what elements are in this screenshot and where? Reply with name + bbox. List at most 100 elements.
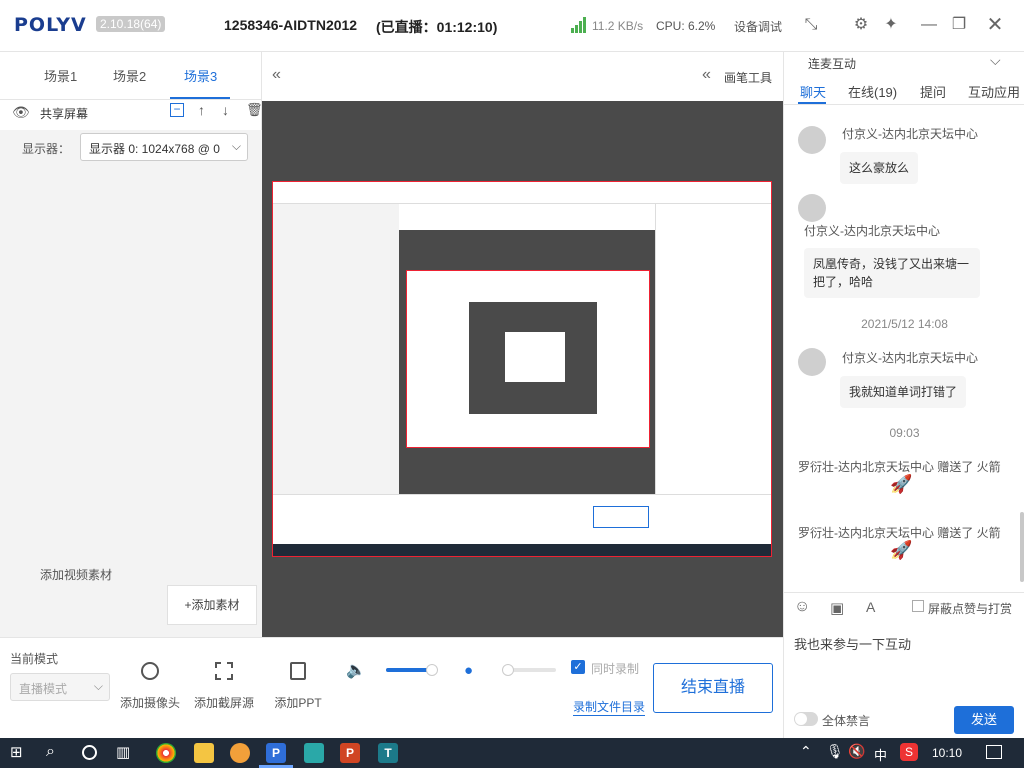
notification-icon[interactable] <box>986 745 1002 759</box>
chat-input-value: 我也来参与一下互动 <box>794 637 912 652</box>
chevron-up-icon[interactable]: ⌃ <box>800 743 812 760</box>
speaker-icon[interactable]: 🔈 <box>346 660 366 680</box>
app-icon[interactable] <box>230 743 250 763</box>
minimize-icon[interactable]: — <box>918 14 940 36</box>
polyv-taskbar-icon[interactable]: P <box>266 743 286 763</box>
room-id: 1258346-AIDTN2012 <box>224 17 358 33</box>
volume-handle[interactable] <box>426 664 438 676</box>
nested-taskbar <box>273 544 771 556</box>
camera-icon <box>141 662 159 680</box>
chevron-down-icon: ⌵ <box>93 679 103 693</box>
powerpoint-icon[interactable]: P <box>340 743 360 763</box>
live-duration: (已直播：01:12:10) <box>376 19 498 35</box>
ppt-icon <box>290 662 306 680</box>
nested-bottom-bar <box>273 494 771 544</box>
scene-panel: 场景1 场景2 场景3 👁 共享屏幕 − ↑ ↓ 🗑 显示器： 显示器 0: 1… <box>0 52 263 637</box>
microphone-icon[interactable]: 🎙 <box>826 743 844 760</box>
mute-all-toggle[interactable] <box>794 712 818 726</box>
screenshot-icon <box>215 662 233 680</box>
network-speed: 11.2 KB/s <box>592 19 644 33</box>
message-user: 付京义-达内北京天坛中心 <box>804 224 940 238</box>
mask-checkbox[interactable] <box>912 600 924 612</box>
eye-icon[interactable]: 👁 <box>12 104 30 121</box>
draw-tools-button[interactable]: 画笔工具 <box>724 69 772 86</box>
file-explorer-icon[interactable] <box>194 743 214 763</box>
nested-right-panel <box>655 204 771 494</box>
volume-muted-icon[interactable]: 🔇 <box>848 743 865 760</box>
windows-start-icon[interactable]: ⊞ <box>10 745 26 761</box>
ime-s-icon[interactable]: S <box>900 743 918 761</box>
collapse-icon[interactable]: − <box>170 103 184 117</box>
mode-label: 当前模式 <box>10 652 59 666</box>
panel-header: 连麦互动 <box>808 57 857 71</box>
timestamp: 09:03 <box>889 426 920 440</box>
taskbar-clock: 10:10 <box>932 746 963 760</box>
message-user: 付京义-达内北京天坛中心 <box>842 127 978 141</box>
add-ppt-button[interactable]: 添加PPT <box>268 662 328 722</box>
version-badge: 2.10.18(64) <box>96 16 166 32</box>
tab-online[interactable]: 在线(19) <box>848 82 897 101</box>
image-icon[interactable]: ▣ <box>830 599 844 617</box>
send-button[interactable]: 发送 <box>954 706 1014 734</box>
nested-end-button <box>593 506 649 528</box>
collapse-left-icon[interactable]: « <box>272 66 281 84</box>
mask-label: 屏蔽点赞与打赏 <box>928 602 1013 616</box>
shrink-icon[interactable]: ⤡ <box>800 14 822 36</box>
chevron-down-icon[interactable]: ⌵ <box>990 52 1001 69</box>
brand-logo: POLYV <box>14 14 87 36</box>
mode-select[interactable]: 直播模式 ⌵ <box>10 673 110 701</box>
device-test-button[interactable]: 设备调试 <box>734 18 782 35</box>
gift-message: 罗衍壮-达内北京天坛中心 赠送了 火箭 <box>798 526 1001 540</box>
active-tab-indicator <box>170 97 230 99</box>
gear-icon[interactable]: ⚙ <box>850 14 872 36</box>
emoji-icon[interactable]: ☺ <box>794 598 810 616</box>
cpu-usage: CPU: 6.2% <box>656 19 716 33</box>
chat-scrollbar[interactable] <box>1020 512 1024 582</box>
app-icon[interactable]: T <box>378 743 398 763</box>
source-label: 共享屏幕 <box>40 107 89 121</box>
close-icon[interactable]: ✕ <box>984 14 1006 36</box>
ime-indicator[interactable]: 中 <box>874 745 887 764</box>
sync-record-checkbox[interactable]: ✓ <box>571 660 585 674</box>
microphone-icon[interactable]: ● <box>464 662 473 679</box>
source-row-share-screen[interactable]: 👁 共享屏幕 − ↑ ↓ 🗑 <box>0 100 263 126</box>
expand-icon[interactable]: « <box>702 66 711 84</box>
display-select[interactable]: 显示器 0: 1024x768 @ 0 ⌵ <box>80 133 248 161</box>
control-bar: 当前模式 直播模式 ⌵ 添加摄像头 添加截屏源 添加PPT 🔈 ● ✓ 同时录制… <box>0 637 783 738</box>
chevron-down-icon: ⌵ <box>231 139 241 153</box>
mode-select-value: 直播模式 <box>19 682 68 696</box>
avatar <box>798 126 826 154</box>
volume-slider[interactable] <box>386 664 438 676</box>
add-screen-source-button[interactable]: 添加截屏源 <box>194 662 254 722</box>
tab-question[interactable]: 提问 <box>920 82 946 101</box>
tab-divider <box>784 104 1024 105</box>
tab-scene-2[interactable]: 场景2 <box>113 66 146 85</box>
restore-icon[interactable]: ❐ <box>948 14 970 36</box>
trash-icon[interactable]: 🗑 <box>246 102 263 118</box>
tab-chat[interactable]: 聊天 <box>800 82 826 101</box>
title-bar: POLYV 2.10.18(64) 1258346-AIDTN2012 (已直播… <box>0 0 1024 52</box>
screen-share-preview[interactable] <box>272 181 772 557</box>
nested-preview-2 <box>505 332 565 382</box>
add-material-button[interactable]: +添加素材 <box>167 585 257 625</box>
font-icon[interactable]: A <box>866 599 875 615</box>
mic-handle[interactable] <box>502 664 514 676</box>
mute-all-label: 全体禁言 <box>822 714 871 728</box>
arrow-up-icon[interactable]: ↑ <box>198 102 205 118</box>
windows-taskbar: ⊞ ⌕ ▥ P P T ⌃ 🎙 🔇 中 S 10:10 <box>0 738 1024 768</box>
app-icon[interactable] <box>304 743 324 763</box>
task-view-icon[interactable]: ▥ <box>116 743 130 761</box>
tab-scene-1[interactable]: 场景1 <box>44 66 77 85</box>
chat-input[interactable]: 我也来参与一下互动 <box>784 620 1024 702</box>
chrome-icon[interactable] <box>156 743 176 763</box>
end-live-button[interactable]: 结束直播 <box>653 663 773 713</box>
mic-slider[interactable] <box>502 664 556 676</box>
pin-icon[interactable]: ✦ <box>880 14 902 36</box>
tab-interactive-apps[interactable]: 互动应用 <box>968 82 1020 101</box>
search-icon[interactable]: ⌕ <box>46 743 55 761</box>
arrow-down-icon[interactable]: ↓ <box>222 102 229 118</box>
record-dir-link[interactable]: 录制文件目录 <box>573 698 646 716</box>
add-camera-button[interactable]: 添加摄像头 <box>120 662 180 722</box>
tab-scene-3[interactable]: 场景3 <box>184 66 217 85</box>
cortana-icon[interactable] <box>82 745 97 760</box>
